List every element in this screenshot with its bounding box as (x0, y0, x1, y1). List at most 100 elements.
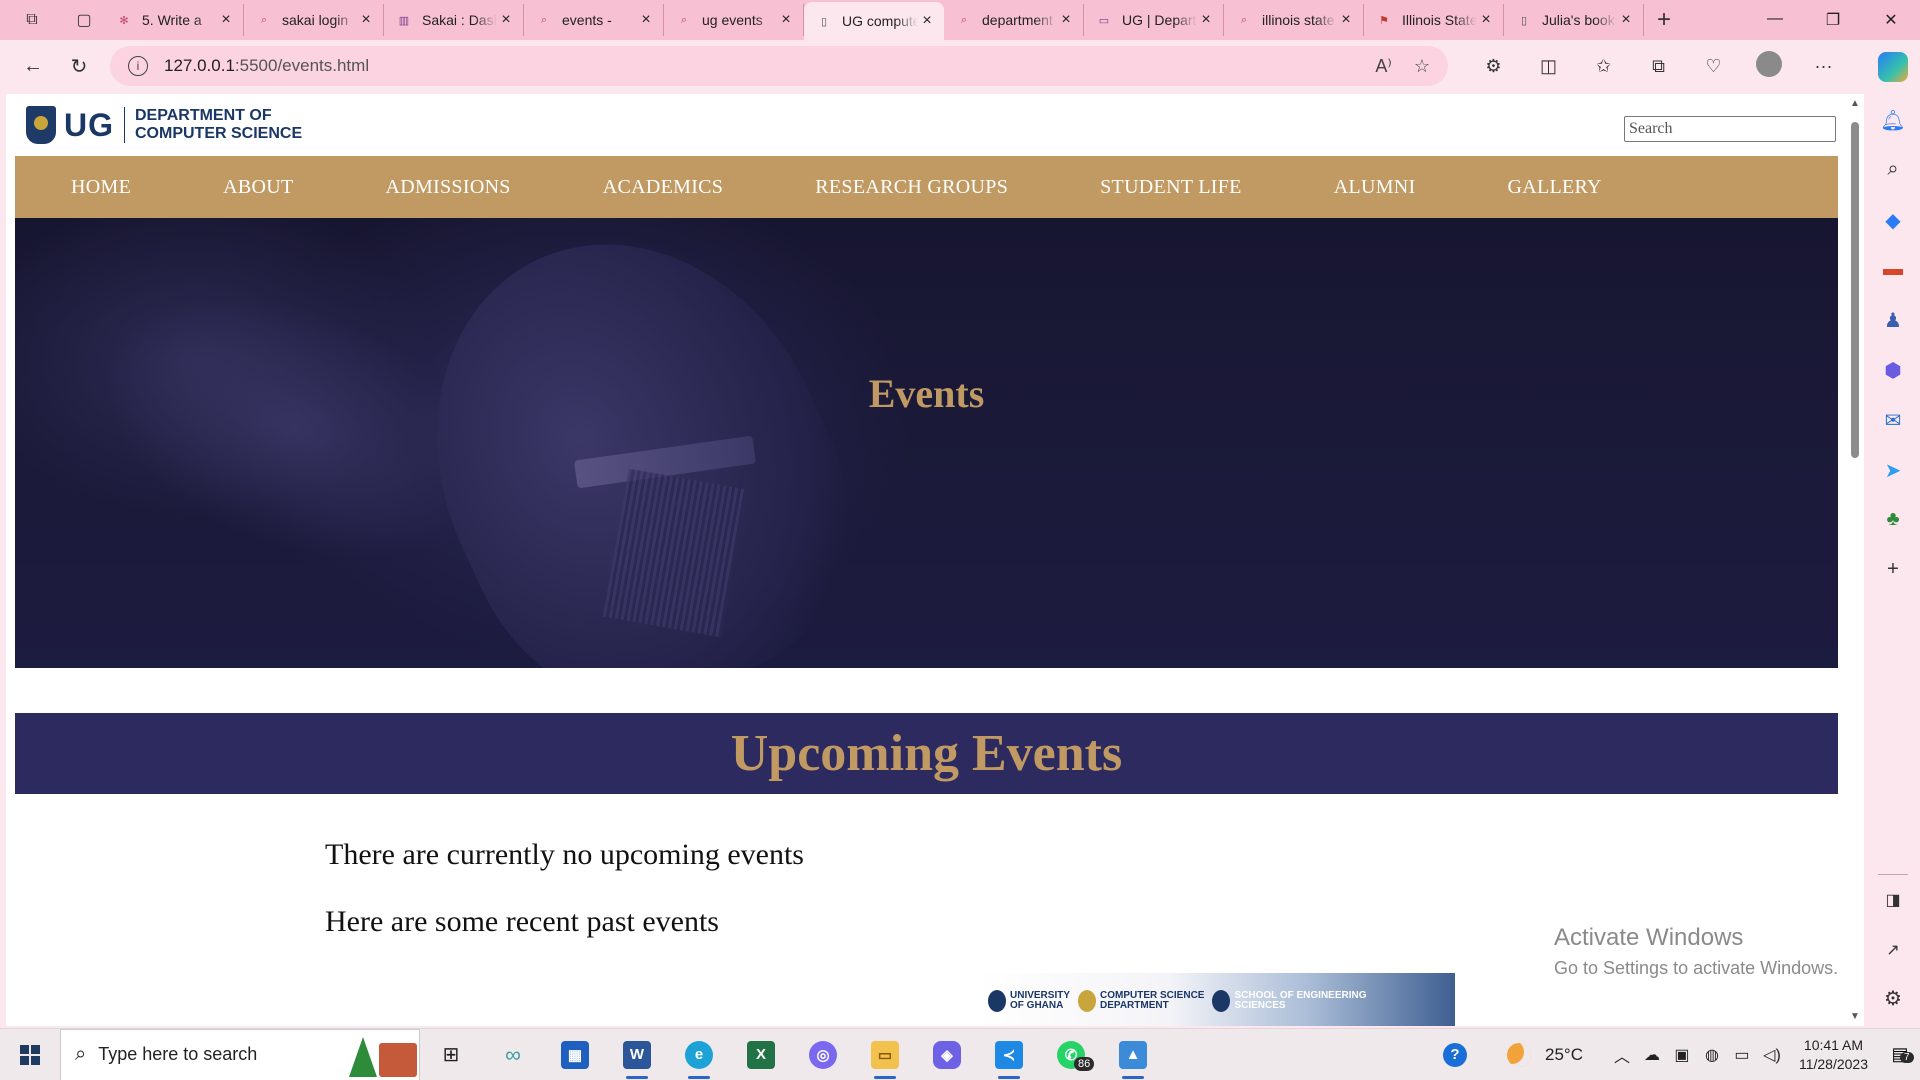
close-tab-icon[interactable]: × (1337, 11, 1355, 29)
battery-icon[interactable]: ▭ (1727, 1045, 1757, 1065)
address-bar[interactable]: i 127.0.0.1:5500/events.html A⁾ ☆ (110, 46, 1448, 86)
close-tab-icon[interactable]: × (1617, 11, 1635, 29)
browser-tab[interactable]: ▥ Sakai : Dashboard× (384, 4, 524, 36)
close-tab-icon[interactable]: × (497, 11, 515, 29)
close-tab-icon[interactable]: × (357, 11, 375, 29)
help-icon[interactable]: ? (1442, 1042, 1467, 1067)
vertical-tabs-icon[interactable]: ▢ (64, 0, 104, 40)
notification-center-icon[interactable]: ▤7 (1880, 1044, 1920, 1065)
browser-essentials-icon[interactable]: ♡ (1686, 56, 1741, 77)
copilot-icon[interactable] (1878, 52, 1908, 82)
read-aloud-icon[interactable]: A⁾ (1375, 56, 1391, 77)
scroll-down-arrow-icon[interactable]: ▼ (1850, 1011, 1860, 1022)
loop-app-icon[interactable]: ◎ (792, 1029, 854, 1080)
show-hidden-icons-chevron-icon[interactable]: ︿ (1607, 1043, 1637, 1067)
event-banner-image[interactable]: UNIVERSITY OF GHANA COMPUTER SCIENCE DEPAR… (978, 973, 1455, 1026)
nav-academics[interactable]: ACADEMICS (603, 176, 724, 199)
browser-tab[interactable]: ▯ Julia's books × (1504, 4, 1644, 36)
microsoft-store-icon[interactable]: ▦ (544, 1029, 606, 1080)
close-tab-icon[interactable]: × (1197, 11, 1215, 29)
shopping-tag-icon[interactable]: ◆ (1866, 208, 1920, 233)
restore-button[interactable]: ❐ (1804, 10, 1862, 30)
browser-tab[interactable]: ⌕ sakai login × (244, 4, 384, 36)
site-info-icon[interactable]: i (128, 56, 148, 76)
weather-widget[interactable]: 25°C (1506, 1042, 1583, 1067)
outlook-icon[interactable]: ✉ (1866, 408, 1920, 433)
scroll-up-arrow-icon[interactable]: ▲ (1850, 98, 1860, 109)
browser-tab[interactable]: ▯ UG computer science× (804, 2, 944, 40)
nav-gallery[interactable]: GALLERY (1507, 176, 1601, 199)
close-window-button[interactable]: ✕ (1862, 10, 1920, 30)
tree-icon[interactable]: ♣ (1866, 508, 1920, 531)
sidebar-settings-icon[interactable]: ⚙ (1866, 986, 1920, 1011)
microsoft-365-icon[interactable]: ⬢ (1866, 358, 1920, 383)
browser-tab[interactable]: ⌕ illinois state × (1224, 4, 1364, 36)
language-globe-icon[interactable]: ◍ (1697, 1045, 1727, 1065)
close-tab-icon[interactable]: × (777, 11, 795, 29)
sidebar-search-icon[interactable]: ⌕ (1866, 158, 1920, 181)
extensions-icon[interactable]: ⚙ (1466, 56, 1521, 77)
games-icon[interactable]: ♟ (1866, 308, 1920, 333)
add-sidebar-app-icon[interactable]: + (1866, 558, 1920, 581)
close-tab-icon[interactable]: × (637, 11, 655, 29)
back-button[interactable]: ← (10, 46, 56, 86)
nav-home[interactable]: HOME (71, 176, 131, 199)
word-icon[interactable]: W (606, 1029, 668, 1080)
close-tab-icon[interactable]: × (1057, 11, 1075, 29)
favorite-star-icon[interactable]: ☆ (1414, 56, 1430, 77)
close-tab-icon[interactable]: × (217, 11, 235, 29)
minimize-button[interactable]: — (1746, 10, 1804, 30)
nav-student-life[interactable]: STUDENT LIFE (1100, 176, 1242, 199)
onedrive-offline-icon[interactable]: ☁ (1637, 1045, 1667, 1065)
site-logo[interactable]: UG DEPARTMENT OF COMPUTER SCIENCE (26, 106, 302, 144)
copilot-app-icon[interactable]: ◈ (916, 1029, 978, 1080)
new-tab-button[interactable]: + (1644, 6, 1684, 34)
split-screen-icon[interactable]: ◫ (1521, 56, 1576, 77)
file-explorer-icon[interactable]: ▭ (854, 1029, 916, 1080)
sidebar-divider (1878, 874, 1908, 875)
notifications-bell-icon[interactable]: 🔔︎ (1866, 108, 1920, 133)
scrollbar-thumb[interactable] (1851, 122, 1859, 458)
tab-title: ug events (702, 12, 763, 28)
collections-icon[interactable]: ⧉ (1631, 56, 1686, 77)
task-view-icon[interactable]: ⊞ (420, 1029, 482, 1080)
nav-alumni[interactable]: ALUMNI (1334, 176, 1416, 199)
hide-sidebar-icon[interactable]: ◨ (1866, 890, 1920, 910)
browser-tab[interactable]: ⌕ ug events × (664, 4, 804, 36)
nav-admissions[interactable]: ADMISSIONS (385, 176, 510, 199)
browser-tab[interactable]: ⌕ department × (944, 4, 1084, 36)
browser-tab[interactable]: ⚑ Illinois State × (1364, 4, 1504, 36)
copilot-taskbar-icon[interactable]: ∞ (482, 1029, 544, 1080)
photos-icon[interactable]: ▲ (1102, 1029, 1164, 1080)
volume-icon[interactable]: ◁) (1757, 1045, 1787, 1065)
refresh-button[interactable]: ↻ (56, 46, 102, 86)
taskbar-search-box[interactable]: ⌕ Type here to search (60, 1028, 420, 1080)
favorites-icon[interactable]: ✩ (1576, 56, 1631, 77)
workspaces-icon[interactable]: ⧉ (0, 0, 64, 40)
url-text[interactable]: 127.0.0.1:5500/events.html (164, 56, 1353, 76)
start-button[interactable] (0, 1029, 60, 1080)
section-heading-band: Upcoming Events (15, 713, 1838, 794)
system-clock[interactable]: 10:41 AM 11/28/2023 (1799, 1036, 1868, 1074)
school-logo-icon (1212, 989, 1231, 1012)
nav-research-groups[interactable]: RESEARCH GROUPS (815, 176, 1008, 199)
page-scrollbar[interactable]: ▲ ▼ (1846, 94, 1864, 1026)
browser-tab[interactable]: ✻ 5. Write a × (104, 4, 244, 36)
open-external-icon[interactable]: ↗ (1866, 940, 1920, 960)
send-drop-icon[interactable]: ➤ (1866, 458, 1920, 483)
excel-icon[interactable]: X (730, 1029, 792, 1080)
tab-title: department (982, 12, 1053, 28)
browser-tab[interactable]: ▭ UG | Department× (1084, 4, 1224, 36)
meet-camera-icon[interactable]: ▣ (1667, 1045, 1697, 1065)
vscode-icon[interactable]: ≺ (978, 1029, 1040, 1080)
browser-tab[interactable]: ⌕ events - × (524, 4, 664, 36)
whatsapp-icon[interactable]: ✆ 86 (1040, 1029, 1102, 1080)
nav-about[interactable]: ABOUT (223, 176, 293, 199)
tools-briefcase-icon[interactable]: ▬ (1866, 258, 1920, 281)
site-search-input[interactable] (1624, 116, 1836, 142)
close-tab-icon[interactable]: × (1477, 11, 1495, 29)
profile-avatar[interactable] (1741, 50, 1796, 82)
edge-browser-icon[interactable]: e (668, 1029, 730, 1080)
close-tab-icon[interactable]: × (918, 12, 936, 30)
more-menu-icon[interactable]: ··· (1796, 56, 1851, 77)
